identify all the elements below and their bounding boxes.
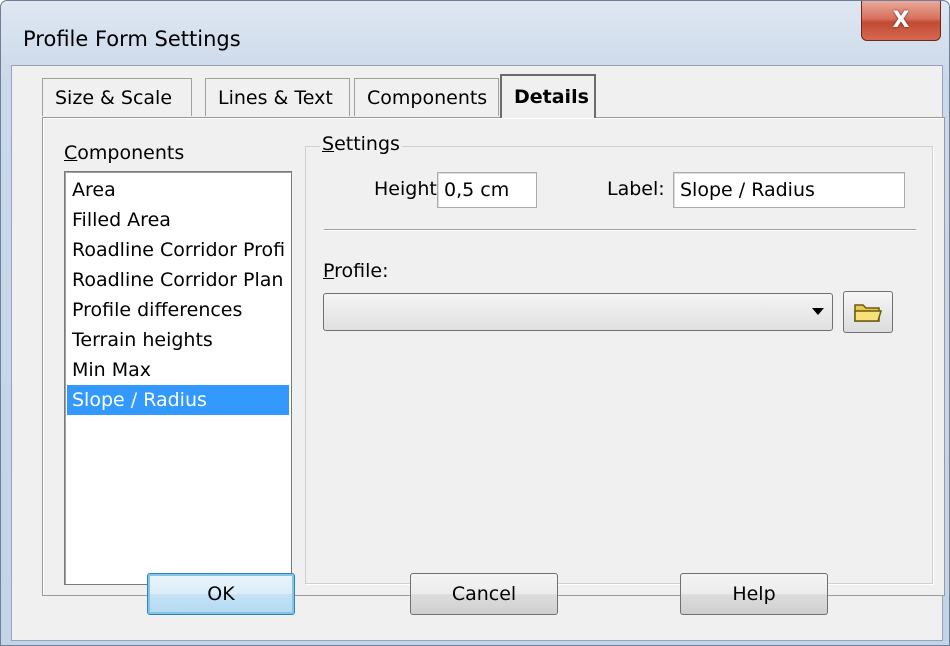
tab-label: Size & Scale xyxy=(55,86,173,109)
tab-lines-text[interactable]: Lines & Text xyxy=(205,78,350,116)
close-button[interactable]: X xyxy=(861,1,941,41)
window-title: Profile Form Settings xyxy=(23,27,241,51)
label-field[interactable]: Slope / Radius xyxy=(673,172,905,208)
profile-label: Profile: xyxy=(323,260,389,282)
tab-label: Lines & Text xyxy=(218,86,333,109)
list-item[interactable]: Roadline Corridor Profi xyxy=(67,235,289,265)
cancel-button[interactable]: Cancel xyxy=(410,573,558,615)
list-item[interactable]: Profile differences xyxy=(67,295,289,325)
list-item[interactable]: Roadline Corridor Plan xyxy=(67,265,289,295)
dialog-client-area: Size & Scale Lines & Text Components Det… xyxy=(11,65,945,641)
settings-group: Settings Height: 0,5 cm Label: Slope / R… xyxy=(305,133,933,584)
height-field[interactable]: 0,5 cm xyxy=(437,172,537,208)
list-item[interactable]: Min Max xyxy=(67,355,289,385)
list-item[interactable]: Area xyxy=(67,175,289,205)
tab-details[interactable]: Details xyxy=(500,74,596,118)
list-item[interactable]: Terrain heights xyxy=(67,325,289,355)
tab-components[interactable]: Components xyxy=(354,78,499,116)
components-listbox[interactable]: Area Filled Area Roadline Corridor Profi… xyxy=(64,171,292,585)
ok-button[interactable]: OK xyxy=(147,573,295,615)
settings-legend: Settings xyxy=(320,133,402,155)
list-item-selected[interactable]: Slope / Radius xyxy=(67,385,289,415)
components-label: Components xyxy=(64,142,185,164)
tab-size-scale[interactable]: Size & Scale xyxy=(42,78,192,116)
dialog-window: Profile Form Settings X Size & Scale Lin… xyxy=(0,0,950,646)
tab-label: Components xyxy=(367,86,488,109)
close-icon: X xyxy=(892,8,910,33)
help-button[interactable]: Help xyxy=(680,573,828,615)
label-label: Label: xyxy=(607,178,665,200)
browse-profile-button[interactable] xyxy=(843,291,893,333)
tab-label: Details xyxy=(514,86,589,108)
folder-icon xyxy=(854,304,883,322)
list-item[interactable]: Filled Area xyxy=(67,205,289,235)
chevron-down-icon xyxy=(812,308,824,315)
height-label: Height: xyxy=(374,178,444,200)
separator xyxy=(324,229,916,231)
details-panel: Components Area Filled Area Roadline Cor… xyxy=(42,117,945,596)
profile-dropdown[interactable] xyxy=(323,293,833,331)
